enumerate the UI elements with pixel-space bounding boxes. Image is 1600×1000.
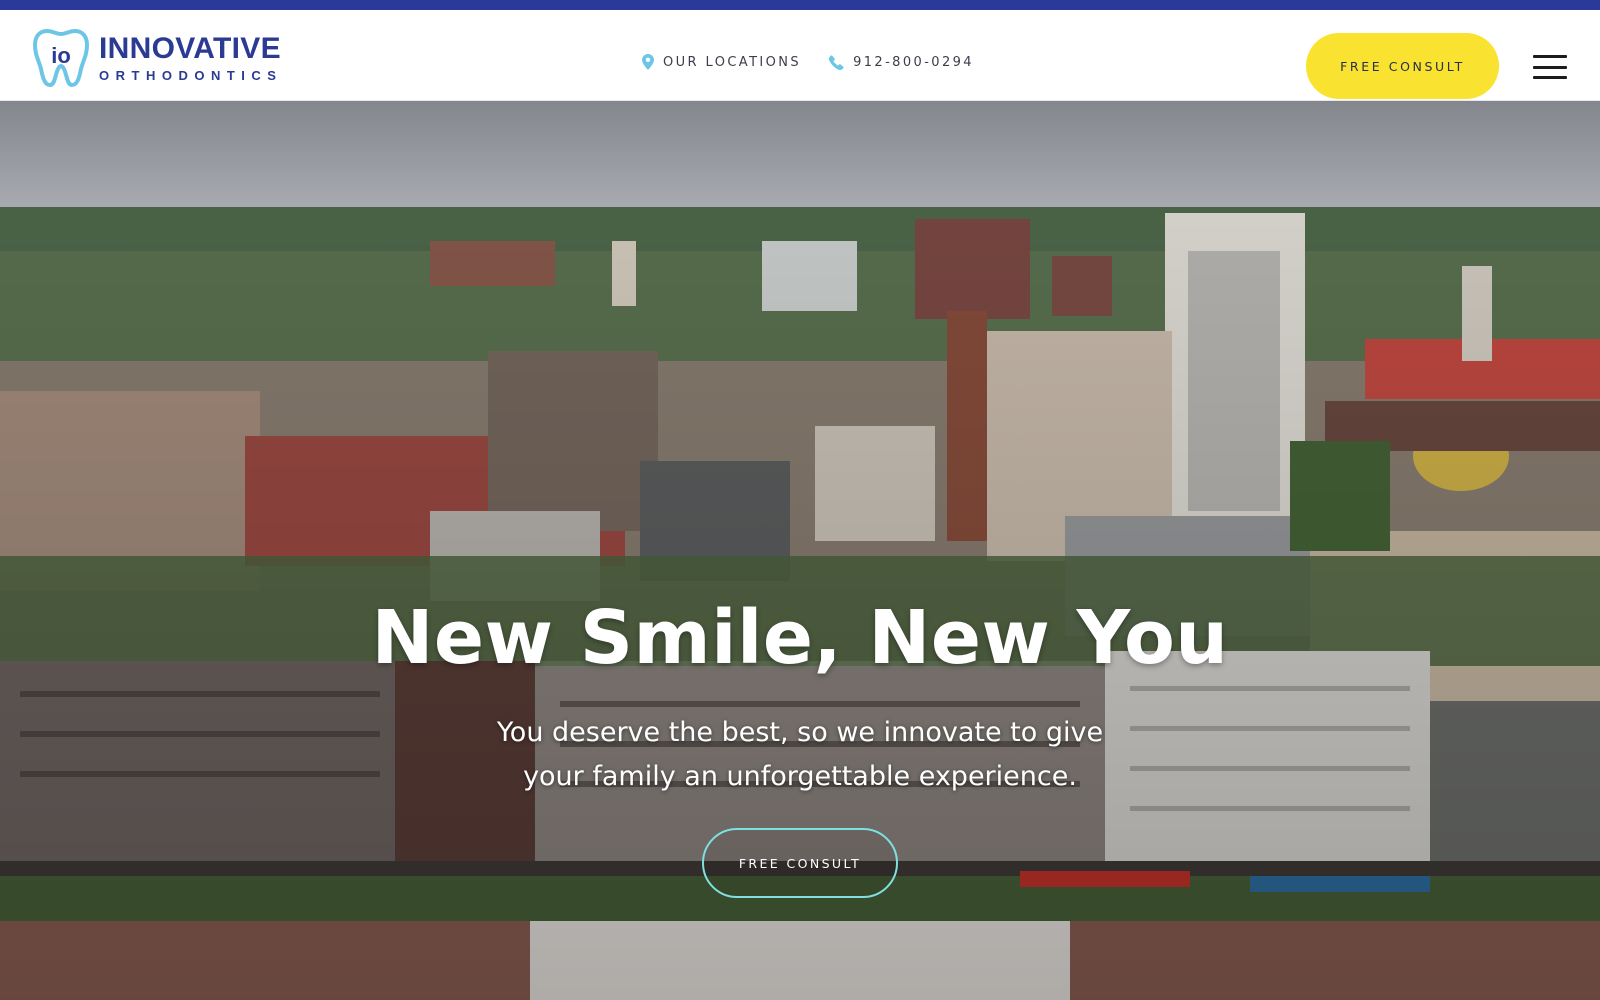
svg-text:io: io (51, 43, 71, 68)
header-free-consult-button[interactable]: FREE CONSULT (1306, 33, 1499, 99)
hero-subtitle-line-2: your family an unforgettable experience. (523, 761, 1077, 792)
tooth-logo-icon: io (33, 29, 89, 87)
site-logo[interactable]: io INNOVATIVE ORTHODONTICS (33, 27, 282, 89)
hero-free-consult-button[interactable]: FREE CONSULT (702, 828, 898, 898)
our-locations-label: OUR LOCATIONS (663, 54, 802, 70)
hero-title: New Smile, New You (371, 595, 1229, 681)
our-locations-link[interactable]: OUR LOCATIONS (642, 54, 801, 70)
hero-section: New Smile, New You You deserve the best,… (0, 101, 1600, 1000)
header-contact-nav: OUR LOCATIONS 912-800-0294 (642, 54, 974, 70)
phone-number: 912-800-0294 (853, 54, 974, 70)
top-accent-bar (0, 0, 1600, 10)
hamburger-menu-icon[interactable] (1533, 55, 1567, 79)
hero-subtitle-line-1: You deserve the best, so we innovate to … (496, 717, 1104, 748)
phone-icon (829, 54, 844, 70)
site-header: io INNOVATIVE ORTHODONTICS OUR LOCATIONS… (0, 10, 1600, 101)
hero-subtitle: You deserve the best, so we innovate to … (0, 711, 1600, 799)
brand-subtitle: ORTHODONTICS (99, 68, 283, 83)
phone-link[interactable]: 912-800-0294 (829, 55, 974, 70)
brand-name: INNOVATIVE (99, 32, 281, 65)
map-pin-icon (642, 54, 654, 70)
